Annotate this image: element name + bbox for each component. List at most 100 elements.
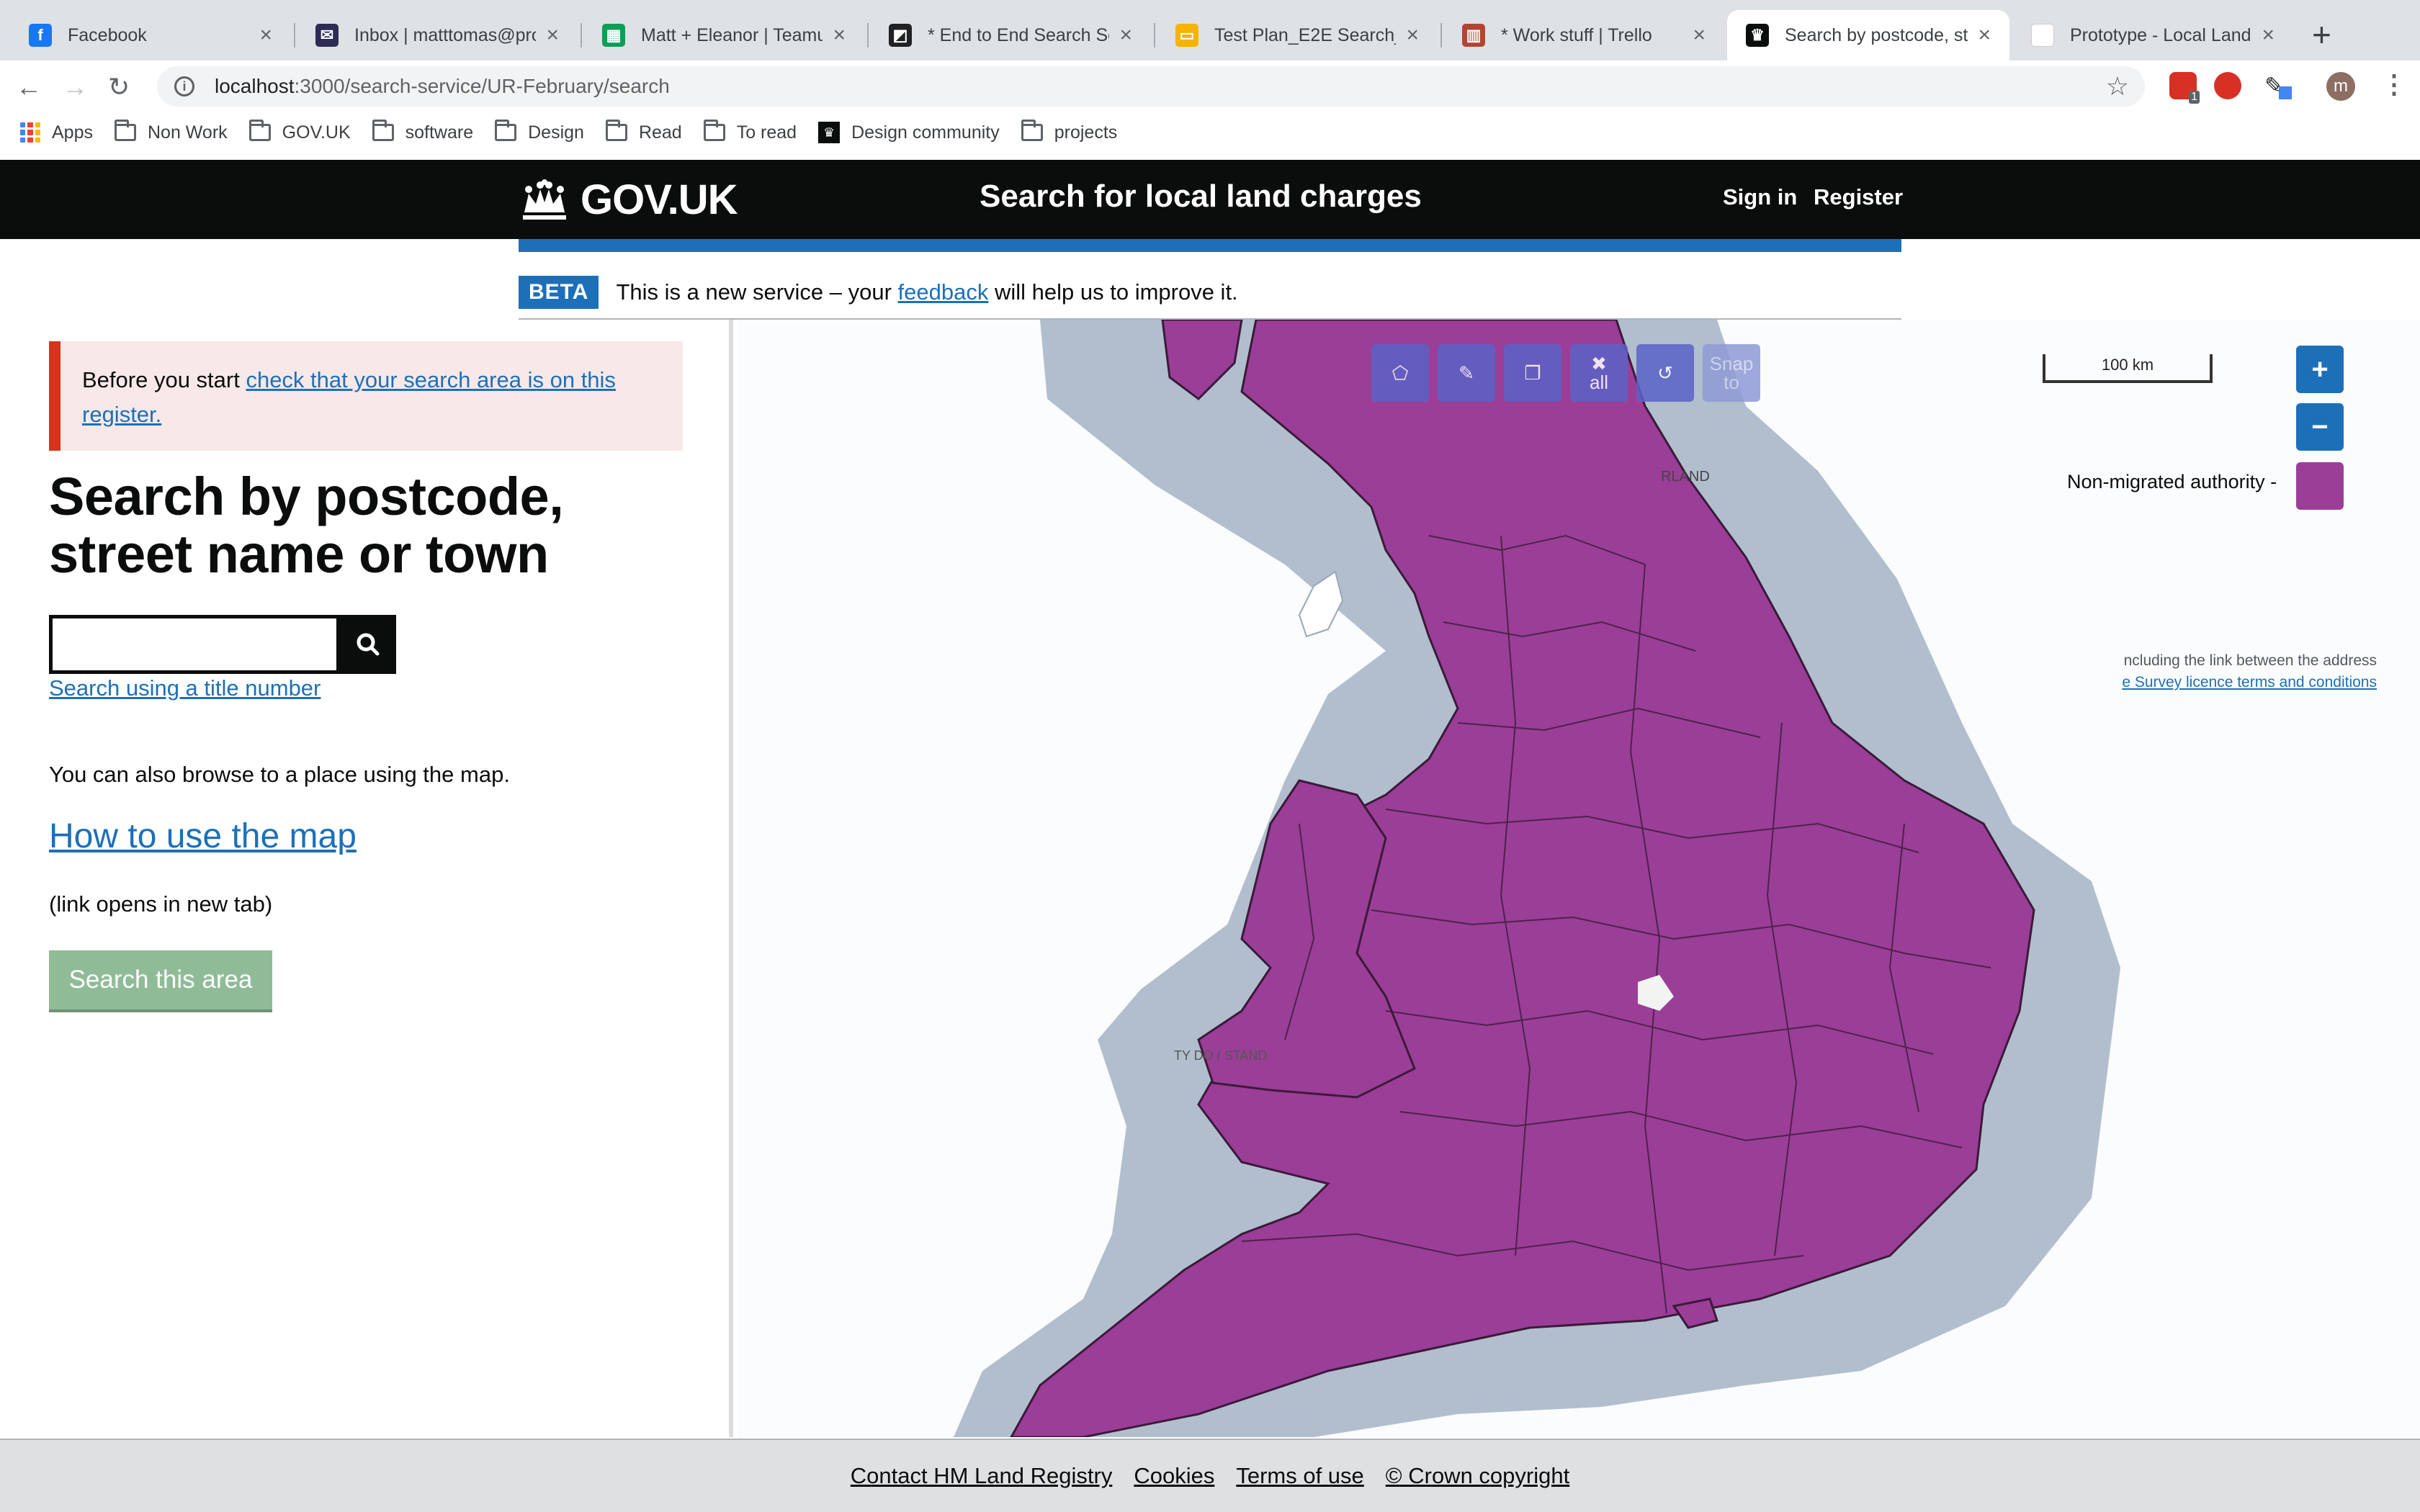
- close-icon[interactable]: ×: [1119, 23, 1132, 48]
- search-this-area-button[interactable]: Search this area: [49, 950, 272, 1009]
- bookmark-software[interactable]: software: [372, 120, 473, 143]
- bookmark-star-icon[interactable]: ☆: [2106, 71, 2129, 102]
- polygon-icon: ⬠: [1392, 362, 1409, 384]
- header-blue-bar: [519, 239, 1901, 252]
- map-label-northumberland: RLAND: [1661, 469, 1710, 485]
- clear-all-button[interactable]: ✖ all: [1570, 344, 1628, 402]
- close-icon[interactable]: ×: [1406, 23, 1419, 48]
- tab-title: * End to End Search Se: [928, 24, 1110, 45]
- browse-text: You can also browse to a place using the…: [49, 762, 510, 787]
- zoom-out-button[interactable]: −: [2296, 403, 2344, 451]
- search-input[interactable]: [49, 615, 340, 674]
- undo-icon: ↺: [1657, 362, 1673, 384]
- browser-tab-strip: f Facebook × ✉ Inbox | matttomas@pro × ▦…: [0, 0, 2420, 60]
- crown-icon: ♛: [1746, 24, 1769, 47]
- licence-terms-link[interactable]: e Survey licence terms and conditions: [2074, 674, 2377, 691]
- bookmark-design[interactable]: Design: [495, 120, 584, 143]
- forward-arrow-icon[interactable]: →: [62, 72, 88, 102]
- close-icon[interactable]: ×: [546, 23, 559, 48]
- footer-copyright-link[interactable]: © Crown copyright: [1386, 1463, 1569, 1489]
- folder-icon: [114, 120, 136, 141]
- close-icon[interactable]: ×: [1978, 23, 1991, 48]
- close-icon[interactable]: ×: [259, 23, 272, 48]
- edit-button[interactable]: ✎: [1438, 344, 1495, 402]
- apps-icon: [20, 122, 40, 143]
- legend-swatch: [2296, 462, 2344, 510]
- legend-label: Non-migrated authority -: [2067, 471, 2277, 492]
- service-name[interactable]: Search for local land charges: [980, 179, 1422, 215]
- search-icon: [357, 633, 380, 656]
- close-icon[interactable]: ×: [2262, 23, 2275, 48]
- map-canvas[interactable]: RLAND TY DO / STAND ⬠ ✎ ❐ ✖ all ↺ Snap to …: [738, 320, 2420, 1437]
- bookmark-read[interactable]: Read: [605, 120, 682, 143]
- blank-page-icon: [2031, 24, 2054, 47]
- browser-tab-inbox[interactable]: ✉ Inbox | matttomas@pro ×: [297, 10, 578, 60]
- beta-tag: BETA: [519, 276, 599, 309]
- tab-title: Inbox | matttomas@pro: [354, 24, 537, 45]
- new-tab-plus-icon[interactable]: +: [2312, 13, 2331, 56]
- copy-button[interactable]: ❐: [1504, 344, 1561, 402]
- bookmark-to-read[interactable]: To read: [703, 120, 797, 143]
- new-tab-note: (link opens in new tab): [49, 891, 273, 917]
- folder-icon: [1021, 120, 1043, 141]
- eyedropper-extension-icon[interactable]: ✎: [2264, 72, 2292, 99]
- doc-icon: ◩: [889, 24, 912, 47]
- tab-title: Facebook: [68, 24, 147, 45]
- info-icon[interactable]: i: [174, 76, 194, 96]
- bookmark-gov-uk[interactable]: GOV.UK: [248, 120, 351, 143]
- close-icon[interactable]: ×: [1693, 23, 1706, 48]
- bookmark-projects[interactable]: projects: [1021, 120, 1117, 143]
- bookmark-apps[interactable]: Apps: [20, 122, 93, 143]
- tab-title: Test Plan_E2E Search_: [1214, 24, 1397, 45]
- page-title: Search by postcode, street name or town: [49, 467, 564, 584]
- browser-tab-prototype[interactable]: Prototype - Local Land ×: [2012, 10, 2293, 60]
- search-button[interactable]: [340, 615, 396, 674]
- browser-tab-end-to-end[interactable]: ◩ * End to End Search Se ×: [870, 10, 1151, 60]
- close-icon[interactable]: ×: [833, 23, 846, 48]
- scale-bar: 100 km: [2043, 354, 2213, 383]
- slides-icon: ▭: [1175, 24, 1198, 47]
- facebook-icon: f: [29, 24, 52, 47]
- browser-tab-trello[interactable]: ▥ * Work stuff | Trello ×: [1443, 10, 1724, 60]
- mail-icon: ✉: [315, 24, 339, 47]
- zoom-in-button[interactable]: +: [2296, 346, 2344, 393]
- title-number-link[interactable]: Search using a title number: [49, 675, 321, 701]
- footer-terms-link[interactable]: Terms of use: [1236, 1463, 1363, 1489]
- browser-tab-facebook[interactable]: f Facebook ×: [10, 10, 291, 60]
- snap-to-button[interactable]: Snap to: [1703, 344, 1760, 402]
- govuk-logo[interactable]: GOV.UK: [519, 176, 738, 224]
- map-label-ty-ddu: TY DO / STAND: [1174, 1048, 1267, 1063]
- footer-cookies-link[interactable]: Cookies: [1134, 1463, 1214, 1489]
- tab-title: Prototype - Local Land: [2070, 24, 2251, 45]
- how-to-use-map-link[interactable]: How to use the map: [49, 816, 357, 856]
- crown-icon: ♛: [818, 122, 841, 143]
- shield-extension-icon[interactable]: [2214, 72, 2241, 99]
- profile-avatar[interactable]: m: [2326, 72, 2355, 101]
- close-icon: ✖: [1591, 353, 1607, 374]
- back-arrow-icon[interactable]: ←: [16, 72, 42, 102]
- sheets-icon: ▦: [602, 24, 625, 47]
- folder-icon: [605, 120, 627, 141]
- undo-button[interactable]: ↺: [1636, 344, 1694, 402]
- draw-polygon-button[interactable]: ⬠: [1371, 344, 1429, 402]
- tab-title: Matt + Eleanor | Teamu: [641, 24, 823, 45]
- browser-menu-icon[interactable]: ⋮: [2381, 69, 2407, 99]
- footer-contact-link[interactable]: Contact HM Land Registry: [851, 1463, 1113, 1489]
- bookmark-design-community[interactable]: ♛ Design community: [818, 122, 1000, 143]
- phase-banner: BETA This is a new service – your feedba…: [519, 266, 1901, 320]
- register-link[interactable]: Register: [1814, 184, 1903, 210]
- map-attribution-text: ncluding the link between the address: [2123, 652, 2377, 669]
- sign-in-link[interactable]: Sign in: [1723, 184, 1797, 210]
- calendar-extension-icon[interactable]: 1: [2169, 72, 2200, 104]
- address-bar[interactable]: i localhost:3000/search-service/UR-Febru…: [157, 66, 2145, 107]
- feedback-link[interactable]: feedback: [898, 279, 989, 305]
- browser-tab-search-active[interactable]: ♛ Search by postcode, st ×: [1727, 10, 2009, 60]
- bookmark-non-work[interactable]: Non Work: [114, 120, 228, 143]
- reload-icon[interactable]: ↻: [108, 72, 130, 102]
- folder-icon: [372, 120, 394, 141]
- folder-icon: [703, 120, 725, 141]
- folder-icon: [248, 120, 271, 141]
- browser-tab-test-plan[interactable]: ▭ Test Plan_E2E Search_ ×: [1157, 10, 1438, 60]
- browser-tab-teamup[interactable]: ▦ Matt + Eleanor | Teamu ×: [583, 10, 864, 60]
- trello-icon: ▥: [1462, 24, 1485, 47]
